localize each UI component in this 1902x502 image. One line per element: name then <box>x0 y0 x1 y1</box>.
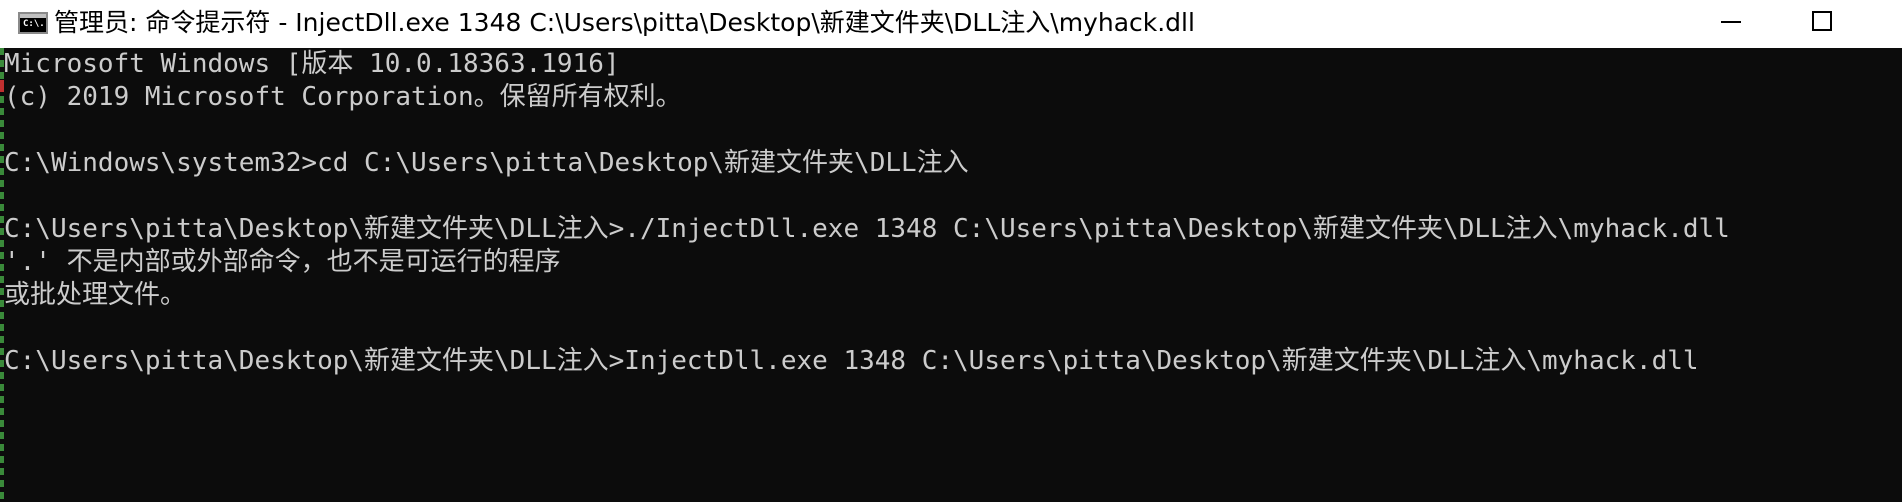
command-prompt-window: C:\. 管理员: 命令提示符 - InjectDll.exe 1348 C:\… <box>0 0 1902 502</box>
console-line: (c) 2019 Microsoft Corporation。保留所有权利。 <box>4 82 682 112</box>
minimize-icon <box>1721 21 1741 23</box>
title-bar[interactable]: C:\. 管理员: 命令提示符 - InjectDll.exe 1348 C:\… <box>0 0 1902 48</box>
console-line: C:\Windows\system32>cd C:\Users\pitta\De… <box>4 148 969 178</box>
maximize-button[interactable] <box>1776 0 1868 48</box>
console-line: 或批处理文件。 <box>4 280 187 310</box>
console-line: C:\Users\pitta\Desktop\新建文件夹\DLL注入>./Inj… <box>4 214 1730 244</box>
cmd-icon-bar <box>20 14 46 18</box>
window-title: 管理员: 命令提示符 - InjectDll.exe 1348 C:\Users… <box>54 8 1195 37</box>
console-line: Microsoft Windows [版本 10.0.18363.1916] <box>4 49 620 79</box>
cmd-icon[interactable]: C:\. <box>18 12 48 34</box>
console-output[interactable]: Microsoft Windows [版本 10.0.18363.1916] (… <box>0 48 1902 502</box>
maximize-icon <box>1812 11 1832 31</box>
minimize-button[interactable] <box>1684 0 1776 48</box>
console-line: C:\Users\pitta\Desktop\新建文件夹\DLL注入>Injec… <box>4 346 1699 376</box>
console-line: '.' 不是内部或外部命令，也不是可运行的程序 <box>4 247 561 277</box>
cmd-icon-label: C:\. <box>23 19 45 29</box>
